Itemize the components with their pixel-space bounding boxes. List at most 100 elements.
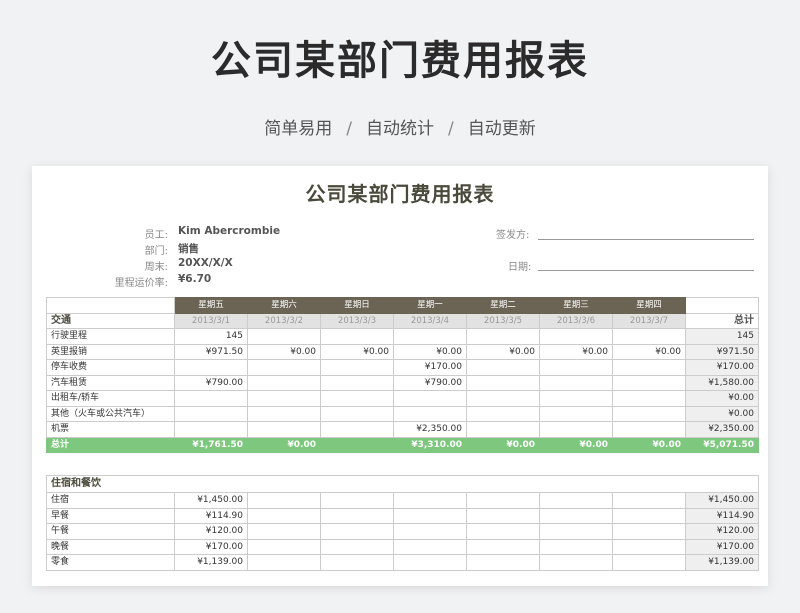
table-cell[interactable] [612,523,686,540]
row-label[interactable]: 其他（火车或公共汽车） [46,405,175,422]
table-cell[interactable] [466,523,540,540]
table-cell[interactable]: ¥114.90 [174,507,248,524]
table-cell[interactable] [466,405,540,422]
row-label[interactable]: 出租车/轿车 [46,390,175,407]
table-cell[interactable] [247,538,321,555]
table-cell[interactable] [612,405,686,422]
table-cell[interactable] [247,359,321,376]
table-cell[interactable] [320,390,394,407]
table-cell[interactable] [612,507,686,524]
table-cell[interactable] [247,374,321,391]
table-cell[interactable] [320,507,394,524]
table-cell[interactable] [247,554,321,571]
table-cell[interactable] [539,390,613,407]
table-cell[interactable]: ¥170.00 [174,538,248,555]
row-label[interactable]: 晚餐 [46,538,175,555]
row-label[interactable]: 机票 [46,421,175,438]
table-cell[interactable]: ¥790.00 [174,374,248,391]
table-cell[interactable] [612,554,686,571]
table-cell[interactable] [539,507,613,524]
table-cell[interactable]: ¥1,450.00 [174,492,248,509]
table-cell[interactable]: ¥2,350.00 [393,421,467,438]
table-cell[interactable] [320,554,394,571]
table-cell[interactable] [320,328,394,345]
department-label: 部门: [144,246,168,257]
table-cell[interactable] [466,374,540,391]
table-cell[interactable] [466,328,540,345]
row-label[interactable]: 住宿 [46,492,175,509]
table-cell[interactable] [320,492,394,509]
table-cell[interactable] [393,405,467,422]
table-cell[interactable]: ¥971.50 [174,343,248,360]
table-cell[interactable] [247,405,321,422]
table-cell[interactable]: ¥790.00 [393,374,467,391]
table-cell[interactable] [539,405,613,422]
table-cell[interactable] [466,554,540,571]
table-cell[interactable] [247,421,321,438]
table-cell[interactable] [320,405,394,422]
table-cell[interactable] [612,538,686,555]
table-cell[interactable]: ¥0.00 [393,343,467,360]
row-label[interactable]: 午餐 [46,523,175,540]
table-cell[interactable] [320,359,394,376]
table-cell[interactable] [466,359,540,376]
table-cell[interactable] [393,554,467,571]
table-cell[interactable] [466,492,540,509]
table-cell[interactable]: ¥0.00 [612,343,686,360]
table-cell[interactable]: ¥0.00 [320,343,394,360]
table-cell[interactable]: ¥170.00 [393,359,467,376]
table-cell[interactable] [539,523,613,540]
table-cell[interactable] [612,492,686,509]
row-label[interactable]: 英里报销 [46,343,175,360]
table-cell[interactable]: ¥0.00 [247,343,321,360]
table-cell[interactable] [320,374,394,391]
table-cell[interactable]: 145 [174,328,248,345]
table-cell[interactable] [247,390,321,407]
table-cell[interactable] [539,374,613,391]
table-cell[interactable] [393,523,467,540]
row-label[interactable]: 汽车租赁 [46,374,175,391]
table-cell[interactable] [320,421,394,438]
row-total-cell: ¥1,139.00 [685,554,759,571]
table-cell[interactable] [466,507,540,524]
table-cell[interactable] [539,359,613,376]
table-cell[interactable] [539,554,613,571]
table-cell[interactable] [247,507,321,524]
table-cell[interactable] [539,328,613,345]
table-cell[interactable] [612,328,686,345]
table-cell[interactable] [539,421,613,438]
table-cell[interactable] [612,359,686,376]
table-cell[interactable]: ¥0.00 [466,343,540,360]
table-cell[interactable]: ¥1,139.00 [174,554,248,571]
table-cell[interactable] [539,492,613,509]
table-cell[interactable] [174,359,248,376]
table-row: 其他（火车或公共汽车） ¥0.00 [46,405,759,422]
table-cell[interactable]: ¥120.00 [174,523,248,540]
table-cell[interactable] [612,421,686,438]
table-cell[interactable] [612,390,686,407]
table-cell[interactable] [320,523,394,540]
table-cell[interactable] [247,492,321,509]
issuer-line [538,239,754,240]
table-cell[interactable] [393,492,467,509]
table-cell[interactable] [466,390,540,407]
row-label[interactable]: 行驶里程 [46,328,175,345]
table-cell[interactable] [393,328,467,345]
table-cell[interactable] [174,390,248,407]
row-label[interactable]: 停车收费 [46,359,175,376]
table-cell[interactable] [320,538,394,555]
table-cell[interactable] [174,405,248,422]
table-cell[interactable] [466,421,540,438]
table-cell[interactable] [539,538,613,555]
row-label[interactable]: 零食 [46,554,175,571]
table-cell[interactable] [393,507,467,524]
table-cell[interactable] [612,374,686,391]
row-label[interactable]: 早餐 [46,507,175,524]
table-cell[interactable] [174,421,248,438]
table-cell[interactable] [466,538,540,555]
table-cell[interactable] [247,328,321,345]
table-cell[interactable] [247,523,321,540]
table-cell[interactable]: ¥0.00 [539,343,613,360]
table-cell[interactable] [393,538,467,555]
table-cell[interactable] [393,390,467,407]
